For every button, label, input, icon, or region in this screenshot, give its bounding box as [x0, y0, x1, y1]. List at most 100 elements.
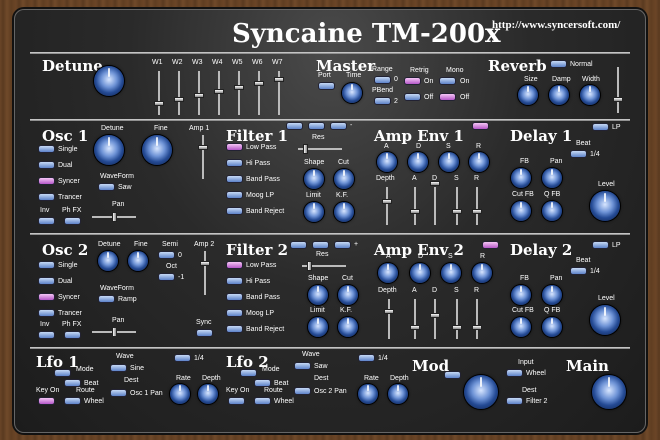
- mod-dest-button[interactable]: [506, 397, 523, 405]
- osc1-mode-single[interactable]: [38, 145, 55, 153]
- mod-knob[interactable]: [464, 375, 498, 409]
- delay1-beat-button[interactable]: [570, 150, 587, 158]
- osc2-semi-button[interactable]: [158, 251, 175, 259]
- osc1-mode-syncer[interactable]: [38, 177, 55, 185]
- osc1-phfx-button[interactable]: [64, 217, 81, 225]
- lfo1-wave-button[interactable]: [110, 364, 127, 372]
- ampenv2-depth-slider[interactable]: [384, 309, 394, 314]
- retrig-on-button[interactable]: [404, 77, 421, 85]
- delay1-qfb-knob[interactable]: [542, 201, 562, 221]
- ampenv2-sustain-knob[interactable]: [441, 263, 461, 283]
- filter2-type-bandpass[interactable]: [226, 293, 243, 301]
- delay1-lp-button[interactable]: [592, 123, 609, 131]
- ampenv1-decay-knob[interactable]: [408, 152, 428, 172]
- filter1-btn-c[interactable]: [330, 122, 347, 130]
- lfo1-ratediv-button[interactable]: [174, 354, 191, 362]
- filter2-type-hipass[interactable]: [226, 277, 243, 285]
- ampenv2-a-slider[interactable]: [410, 325, 420, 330]
- ampenv1-a-slider[interactable]: [410, 209, 420, 214]
- delay1-level-knob[interactable]: [590, 191, 620, 221]
- filter2-btn-a[interactable]: [290, 241, 307, 249]
- osc1-amp-slider[interactable]: [198, 145, 208, 150]
- filter2-res-slider[interactable]: [307, 261, 312, 271]
- filter1-btn-b[interactable]: [308, 122, 325, 130]
- ampenv2-release-knob[interactable]: [472, 263, 492, 283]
- lfo2-ratediv-button[interactable]: [358, 354, 375, 362]
- lfo1-beat-button[interactable]: [64, 379, 81, 387]
- lfo1-keyon-button[interactable]: [38, 397, 55, 405]
- filter2-type-lowpass[interactable]: [226, 261, 243, 269]
- delay2-level-knob[interactable]: [590, 305, 620, 335]
- delay2-cutfb-knob[interactable]: [511, 317, 531, 337]
- osc2-inv-button[interactable]: [38, 331, 55, 339]
- ampenv1-sustain-knob[interactable]: [439, 152, 459, 172]
- filter1-type-hipass[interactable]: [226, 159, 243, 167]
- mod-input-button[interactable]: [506, 369, 523, 377]
- mono-on-button[interactable]: [439, 77, 456, 85]
- filter2-kf-knob[interactable]: [338, 317, 358, 337]
- filter1-btn-a[interactable]: [286, 122, 303, 130]
- osc2-waveform-button[interactable]: [98, 295, 115, 303]
- delay1-cutfb-knob[interactable]: [511, 201, 531, 221]
- main-volume-knob[interactable]: [592, 375, 626, 409]
- ampenv1-release-knob[interactable]: [469, 152, 489, 172]
- osc2-sync-button[interactable]: [196, 329, 213, 337]
- lfo2-beat-button[interactable]: [254, 379, 271, 387]
- lfo1-depth-knob[interactable]: [198, 384, 218, 404]
- osc1-mode-dual[interactable]: [38, 161, 55, 169]
- delay1-pan-knob[interactable]: [542, 168, 562, 188]
- delay2-qfb-knob[interactable]: [542, 317, 562, 337]
- lfo2-rate-knob[interactable]: [358, 384, 378, 404]
- osc1-detune-knob[interactable]: [94, 135, 124, 165]
- ampenv2-decay-knob[interactable]: [410, 263, 430, 283]
- w2-slider[interactable]: [174, 97, 184, 102]
- w4-slider[interactable]: [214, 89, 224, 94]
- time-knob[interactable]: [342, 83, 362, 103]
- w6-slider[interactable]: [254, 81, 264, 86]
- osc2-mode-syncer[interactable]: [38, 293, 55, 301]
- filter2-btn-b[interactable]: [312, 241, 329, 249]
- mono-off-button[interactable]: [439, 93, 456, 101]
- delay2-pan-knob[interactable]: [542, 285, 562, 305]
- filter2-cut-knob[interactable]: [338, 285, 358, 305]
- osc2-detune-knob[interactable]: [98, 251, 118, 271]
- delay2-fb-knob[interactable]: [511, 285, 531, 305]
- filter1-shape-knob[interactable]: [304, 169, 324, 189]
- ampenv2-toggle[interactable]: [482, 241, 499, 249]
- w3-slider[interactable]: [194, 93, 204, 98]
- lfo2-wave-button[interactable]: [294, 362, 311, 370]
- osc1-fine-knob[interactable]: [142, 135, 172, 165]
- filter1-res-slider[interactable]: [303, 144, 308, 154]
- filter1-type-lowpass[interactable]: [226, 143, 243, 151]
- osc1-mode-trancer[interactable]: [38, 193, 55, 201]
- lfo2-dest-button[interactable]: [294, 387, 311, 395]
- w1-slider[interactable]: [154, 101, 164, 106]
- filter1-kf-knob[interactable]: [334, 202, 354, 222]
- filter2-limit-knob[interactable]: [308, 317, 328, 337]
- osc1-pan-slider[interactable]: [112, 212, 117, 222]
- ampenv1-toggle[interactable]: [472, 122, 489, 130]
- delay2-beat-button[interactable]: [570, 267, 587, 275]
- w7-slider[interactable]: [274, 77, 284, 82]
- port-button[interactable]: [318, 82, 335, 90]
- delay2-lp-button[interactable]: [592, 241, 609, 249]
- osc2-oct-button[interactable]: [158, 273, 175, 281]
- lfo2-route-button[interactable]: [254, 397, 271, 405]
- lfo1-rate-knob[interactable]: [170, 384, 190, 404]
- pbend-button[interactable]: [374, 97, 391, 105]
- width-knob[interactable]: [580, 85, 600, 105]
- ampenv1-r-slider[interactable]: [472, 209, 482, 214]
- lfo2-mode-button[interactable]: [240, 369, 257, 377]
- lfo1-mode-button[interactable]: [54, 369, 71, 377]
- osc2-fine-knob[interactable]: [128, 251, 148, 271]
- mod-toggle-button[interactable]: [444, 371, 461, 379]
- reverb-level-slider[interactable]: [613, 97, 623, 102]
- filter2-type-bandreject[interactable]: [226, 325, 243, 333]
- detune-knob[interactable]: [94, 66, 124, 96]
- filter2-type-mooglp[interactable]: [226, 309, 243, 317]
- damp-knob[interactable]: [549, 85, 569, 105]
- osc2-mode-trancer[interactable]: [38, 309, 55, 317]
- filter1-type-bandreject[interactable]: [226, 207, 243, 215]
- ampenv1-attack-knob[interactable]: [377, 152, 397, 172]
- ampenv1-s-slider[interactable]: [452, 209, 462, 214]
